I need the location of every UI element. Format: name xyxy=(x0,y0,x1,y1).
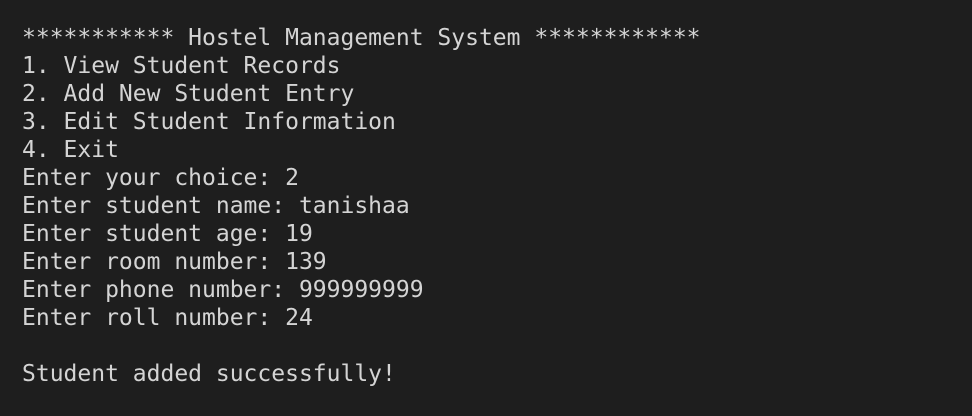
roll-number-prompt: Enter roll number: 24 xyxy=(22,305,313,331)
menu-option-edit-info: 3. Edit Student Information xyxy=(22,109,396,135)
menu-option-exit: 4. Exit xyxy=(22,137,119,163)
student-name-prompt: Enter student name: tanishaa xyxy=(22,193,410,219)
menu-header: *********** Hostel Management System ***… xyxy=(22,25,701,51)
menu-option-view-records: 1. View Student Records xyxy=(22,53,341,79)
success-message: Student added successfully! xyxy=(22,361,396,387)
room-number-prompt: Enter room number: 139 xyxy=(22,249,327,275)
student-age-prompt: Enter student age: 19 xyxy=(22,221,313,247)
phone-number-prompt: Enter phone number: 999999999 xyxy=(22,277,424,303)
menu-option-add-entry: 2. Add New Student Entry xyxy=(22,81,355,107)
terminal-output[interactable]: *********** Hostel Management System ***… xyxy=(0,0,972,416)
choice-prompt: Enter your choice: 2 xyxy=(22,165,299,191)
